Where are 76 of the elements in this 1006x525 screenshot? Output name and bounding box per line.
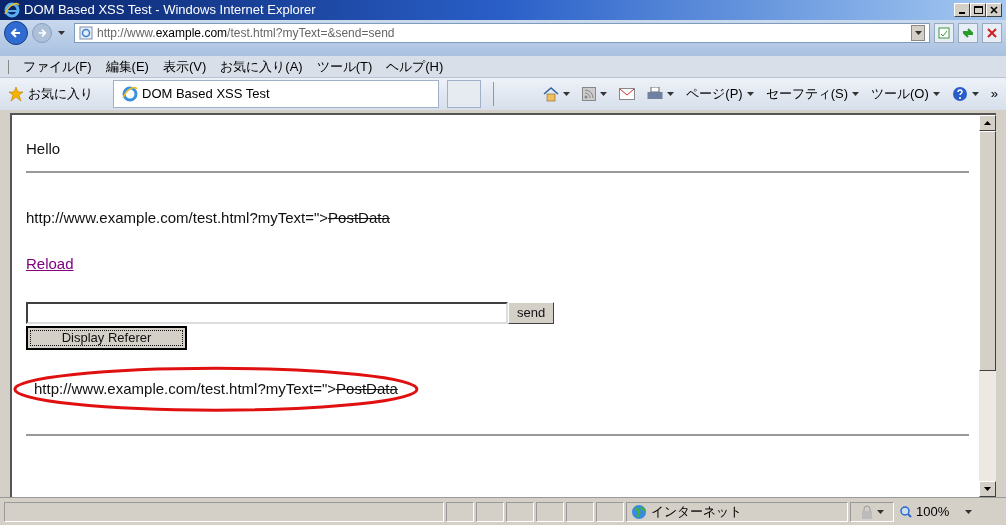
zoom-icon — [900, 505, 912, 518]
maximize-button[interactable] — [970, 3, 986, 17]
caret-icon — [965, 509, 972, 514]
toolbar-menu-button[interactable]: ページ(P) — [686, 84, 754, 104]
vertical-scrollbar[interactable] — [979, 115, 996, 497]
reload-link[interactable]: Reload — [26, 253, 74, 276]
text-input[interactable] — [26, 301, 508, 324]
menu-item[interactable]: ツール(T) — [316, 56, 373, 77]
caret-icon — [914, 31, 922, 35]
scroll-up-icon — [984, 121, 991, 125]
status-pane — [446, 501, 474, 522]
browser-tab[interactable]: DOM Based XSS Test — [113, 80, 439, 108]
caret-icon — [600, 92, 608, 96]
zone-label: インターネット — [651, 502, 742, 521]
minimize-button[interactable] — [954, 3, 970, 17]
caret-icon — [746, 92, 754, 96]
caret-icon — [852, 92, 859, 96]
maximize-icon — [973, 6, 983, 14]
window-title: DOM Based XSS Test - Windows Internet Explorer — [24, 1, 317, 20]
display-referer-button[interactable]: Display Referer — [26, 325, 187, 350]
browser-logo-icon — [4, 2, 20, 18]
status-pane — [536, 501, 564, 522]
more-chevron[interactable]: » — [990, 84, 998, 104]
page-check-icon — [938, 27, 950, 39]
address-dropdown-button[interactable] — [911, 25, 925, 41]
back-button[interactable] — [4, 21, 28, 45]
help-button[interactable] — [951, 86, 979, 102]
menu-item[interactable]: ヘルプ(H) — [386, 56, 444, 77]
caret-icon — [932, 92, 940, 96]
menu-item[interactable]: 表示(V) — [162, 56, 207, 77]
address-field[interactable]: http://www.example.com/test.html?myText=&send=send — [74, 23, 930, 43]
status-pane — [476, 501, 504, 522]
page-icon — [79, 26, 93, 40]
menu-item[interactable]: お気に入り(A) — [220, 56, 303, 77]
send-button[interactable]: send — [508, 301, 555, 324]
stop-icon — [987, 28, 997, 38]
protected-mode-button[interactable] — [850, 501, 894, 522]
mail-button[interactable] — [619, 88, 636, 100]
globe-icon — [631, 503, 647, 520]
referer-url: http://www.example.com/test.html?myText=">PostData — [34, 379, 398, 397]
lock-icon — [860, 504, 873, 519]
close-icon — [990, 6, 998, 14]
caret-icon — [971, 92, 979, 96]
caret-icon — [57, 31, 65, 35]
menu-item[interactable]: 編集(E) — [105, 56, 149, 77]
feeds-button[interactable] — [582, 87, 608, 101]
stop-button[interactable] — [982, 23, 1002, 43]
refresh-button[interactable] — [958, 23, 978, 43]
status-pane — [566, 501, 594, 522]
home-button[interactable] — [543, 86, 571, 102]
mail-icon — [619, 88, 636, 100]
caret-icon — [876, 509, 884, 514]
menu-item[interactable]: ファイル(F) — [23, 56, 92, 77]
home-icon — [543, 86, 560, 102]
address-url: http://www.example.com/test.html?myText=&send=send — [97, 25, 396, 42]
printer-icon — [647, 87, 664, 101]
page-heading: Hello — [26, 139, 62, 159]
back-arrow-icon — [10, 27, 22, 39]
toolbar-menu-button[interactable]: セーフティ(S) — [765, 84, 859, 104]
help-icon — [951, 86, 968, 102]
scroll-down-icon — [984, 487, 991, 491]
caret-icon — [667, 92, 675, 96]
close-button[interactable] — [986, 3, 1002, 17]
browser-logo-icon — [122, 86, 138, 102]
status-pane — [596, 501, 624, 522]
print-button[interactable] — [647, 87, 675, 101]
star-icon — [8, 86, 24, 102]
toolbar-menu-button[interactable]: ツール(O) — [871, 84, 940, 104]
refresh-icon — [961, 27, 975, 39]
favorites-button[interactable]: お気に入り — [4, 84, 97, 104]
caret-icon — [563, 92, 571, 96]
echoed-url: http://www.example.com/test.html?myText=">PostData — [26, 208, 390, 226]
status-pane — [506, 501, 534, 522]
forward-arrow-icon — [37, 28, 47, 38]
feed-icon — [582, 87, 597, 101]
zoom-button[interactable]: 100% — [896, 501, 976, 522]
